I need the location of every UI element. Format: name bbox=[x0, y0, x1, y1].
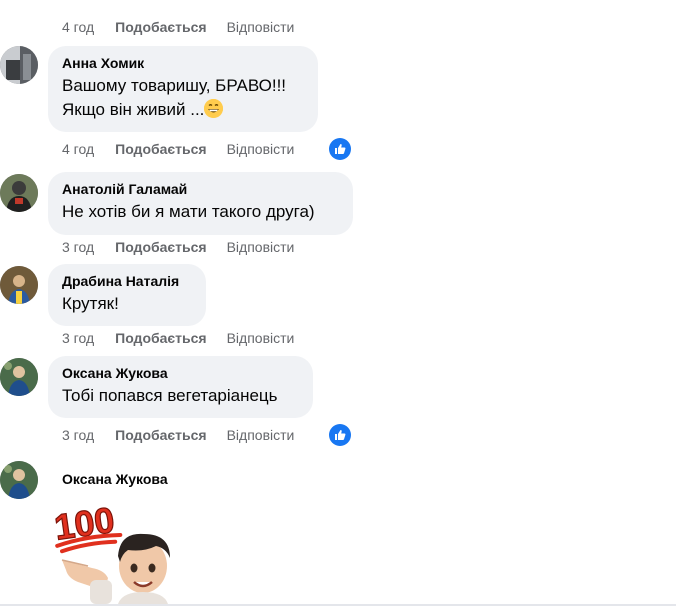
comment-bubble: Анна Хомик Вашому товаришу, БРАВО!!! Якщ… bbox=[48, 46, 318, 132]
comment-timestamp[interactable]: 4 год bbox=[62, 141, 94, 157]
reply-link[interactable]: Відповісти bbox=[227, 19, 295, 35]
comment-timestamp[interactable]: 4 год bbox=[62, 19, 94, 35]
comment-actions: 4 год Подобається Відповісти bbox=[62, 141, 294, 157]
comment-actions: 3 год Подобається Відповісти bbox=[62, 427, 294, 443]
comment-bubble: Драбина Наталія Крутяк! bbox=[48, 264, 206, 326]
comment-text-line: Вашому товаришу, БРАВО!!! bbox=[62, 76, 287, 95]
comment-timestamp[interactable]: 3 год bbox=[62, 330, 94, 346]
comment-actions: 4 год Подобається Відповісти bbox=[62, 19, 294, 35]
comment-author[interactable]: Драбина Наталія bbox=[62, 272, 194, 290]
comment-bubble: Оксана Жукова Тобі попався вегетаріанець bbox=[48, 356, 313, 418]
comment-actions: 3 год Подобається Відповісти bbox=[62, 330, 294, 346]
comment-timestamp[interactable]: 3 год bbox=[62, 239, 94, 255]
comment-text-line: Якщо він живий ... bbox=[62, 100, 205, 119]
avatar[interactable] bbox=[0, 174, 38, 212]
avatar[interactable] bbox=[0, 266, 38, 304]
reply-link[interactable]: Відповісти bbox=[227, 427, 295, 443]
comment-text: Не хотів би я мати такого друга) bbox=[62, 202, 315, 221]
like-link[interactable]: Подобається bbox=[115, 427, 206, 443]
reply-link[interactable]: Відповісти bbox=[227, 239, 295, 255]
comment-author[interactable]: Анатолій Галамай bbox=[62, 180, 341, 198]
comment-timestamp[interactable]: 3 год bbox=[62, 427, 94, 443]
like-link[interactable]: Подобається bbox=[115, 19, 206, 35]
hundred-points-sticker-icon[interactable]: 100 bbox=[48, 496, 183, 604]
reply-link[interactable]: Відповісти bbox=[227, 330, 295, 346]
comment-text: Крутяк! bbox=[62, 294, 119, 313]
comment-actions: 3 год Подобається Відповісти bbox=[62, 239, 294, 255]
comment-text: Тобі попався вегетаріанець bbox=[62, 386, 278, 405]
comment-author[interactable]: Оксана Жукова bbox=[62, 471, 168, 487]
avatar[interactable] bbox=[0, 46, 38, 84]
comment-text-line-with-emoji: Якщо він живий ... bbox=[62, 98, 306, 122]
grinning-face-emoji-icon bbox=[204, 99, 224, 118]
comment-author[interactable]: Оксана Жукова bbox=[62, 364, 301, 382]
avatar[interactable] bbox=[0, 358, 38, 396]
reply-link[interactable]: Відповісти bbox=[227, 141, 295, 157]
comment-bubble: Анатолій Галамай Не хотів би я мати тако… bbox=[48, 172, 353, 235]
comment-author[interactable]: Анна Хомик bbox=[62, 54, 306, 72]
like-reaction-icon[interactable] bbox=[329, 138, 351, 160]
comment-text: Вашому товаришу, БРАВО!!! Якщо він живий… bbox=[62, 74, 306, 122]
avatar[interactable] bbox=[0, 461, 38, 499]
like-link[interactable]: Подобається bbox=[115, 330, 206, 346]
like-link[interactable]: Подобається bbox=[115, 141, 206, 157]
like-link[interactable]: Подобається bbox=[115, 239, 206, 255]
like-reaction-icon[interactable] bbox=[329, 424, 351, 446]
